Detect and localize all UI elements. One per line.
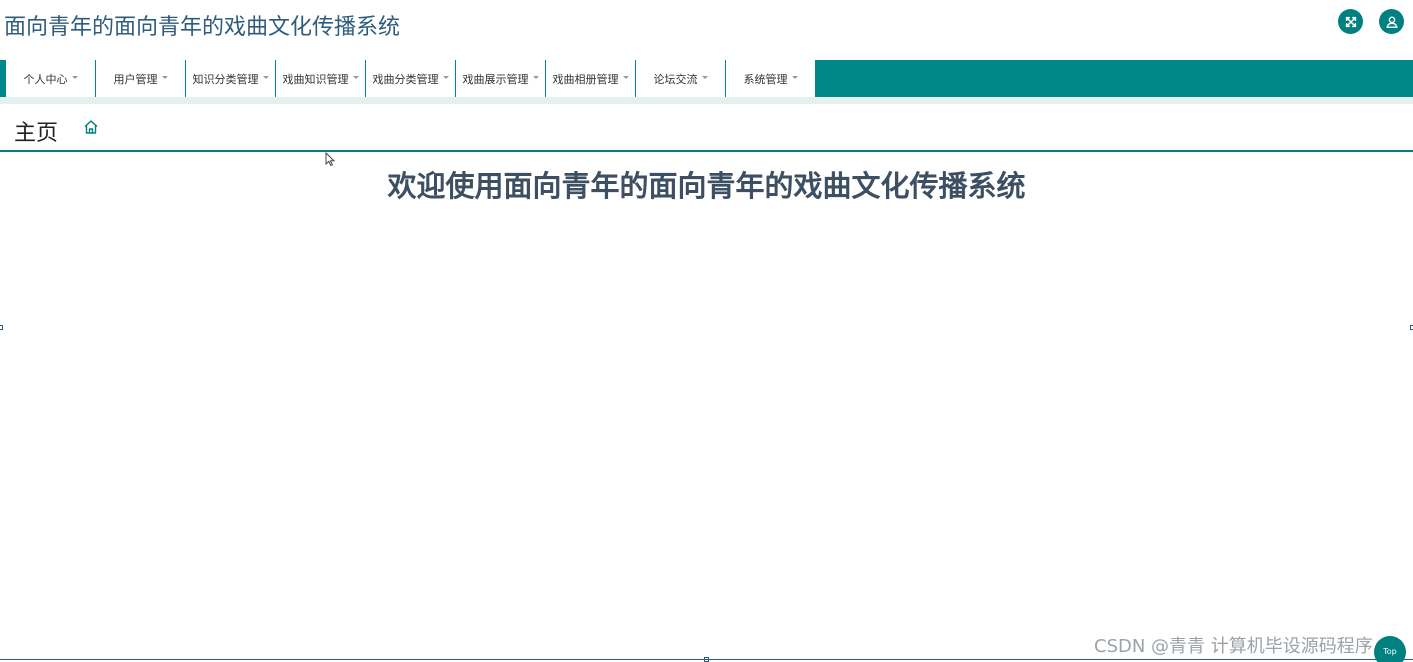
nav-item-label: 知识分类管理	[192, 72, 259, 86]
mouse-cursor-icon	[325, 152, 335, 166]
page: 面向青年的面向青年的戏曲文化传播系统 个人中心 用户管理 知识分类管理 戏曲知识…	[0, 0, 1413, 662]
nav-item-opera-category[interactable]: 戏曲分类管理	[366, 60, 456, 97]
nav-strip	[0, 97, 1413, 104]
caret-down-icon	[442, 76, 449, 79]
caret-down-icon	[161, 76, 168, 79]
breadcrumb-title: 主页	[14, 121, 59, 146]
caret-down-icon	[532, 76, 539, 79]
caret-down-icon	[622, 76, 629, 79]
nav-item-user-management[interactable]: 用户管理	[96, 60, 186, 97]
nav-item-label: 戏曲知识管理	[282, 72, 349, 86]
nav-menu: 个人中心 用户管理 知识分类管理 戏曲知识管理 戏曲分类管理 戏曲展示管理 戏曲…	[6, 60, 816, 97]
nav-item-system-management[interactable]: 系统管理	[726, 60, 816, 97]
nav-item-label: 个人中心	[23, 72, 68, 86]
app-title: 面向青年的面向青年的戏曲文化传播系统	[4, 15, 401, 40]
nav-item-label: 戏曲分类管理	[372, 72, 439, 86]
nav-item-label: 系统管理	[743, 72, 788, 86]
nav-item-forum[interactable]: 论坛交流	[636, 60, 726, 97]
nav-item-opera-knowledge[interactable]: 戏曲知识管理	[276, 60, 366, 97]
nav-item-label: 用户管理	[113, 72, 158, 86]
caret-down-icon	[262, 76, 269, 79]
user-button[interactable]	[1379, 9, 1404, 34]
nav-item-knowledge-category[interactable]: 知识分类管理	[186, 60, 276, 97]
nav-item-personal-center[interactable]: 个人中心	[6, 60, 96, 97]
caret-down-icon	[71, 76, 78, 79]
breadcrumb: 主页	[0, 104, 1413, 152]
resize-handle-left[interactable]	[0, 325, 3, 330]
nav-item-label: 戏曲展示管理	[462, 72, 529, 86]
user-icon	[1385, 15, 1398, 28]
welcome-heading: 欢迎使用面向青年的面向青年的戏曲文化传播系统	[387, 169, 1026, 203]
nav-item-opera-display[interactable]: 戏曲展示管理	[456, 60, 546, 97]
header: 面向青年的面向青年的戏曲文化传播系统	[0, 0, 1413, 60]
nav-item-opera-album[interactable]: 戏曲相册管理	[546, 60, 636, 97]
caret-down-icon	[791, 76, 798, 79]
nav-item-label: 戏曲相册管理	[552, 72, 619, 86]
fullscreen-button[interactable]	[1338, 9, 1363, 34]
fullscreen-icon	[1345, 16, 1356, 27]
caret-down-icon	[352, 76, 359, 79]
caret-down-icon	[701, 76, 708, 79]
home-icon[interactable]	[83, 119, 99, 135]
back-to-top-label: Top	[1383, 647, 1397, 656]
watermark: CSDN @青青 计算机毕设源码程序	[1094, 636, 1373, 657]
bottom-border	[0, 659, 1413, 660]
nav-item-label: 论坛交流	[653, 72, 698, 86]
back-to-top-button[interactable]: Top	[1374, 636, 1406, 662]
